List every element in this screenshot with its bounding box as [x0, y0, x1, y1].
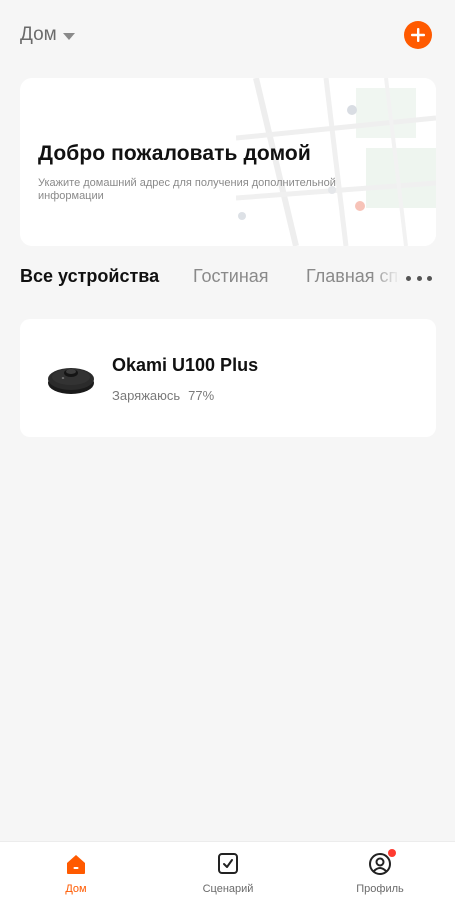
nav-home-label: Дом [65, 883, 87, 895]
device-status: Заряжаюсь 77% [112, 388, 214, 403]
add-device-button[interactable] [404, 21, 432, 49]
device-card[interactable]: Okami U100 Plus Заряжаюсь 77% [20, 319, 436, 437]
more-dot-icon [416, 275, 422, 281]
robot-vacuum-icon [48, 368, 94, 394]
device-name: Okami U100 Plus [112, 355, 259, 375]
notification-badge [388, 849, 396, 857]
bottom-navigation: Дом Сценарий Профиль [0, 841, 455, 900]
checkbox-icon [218, 853, 238, 874]
home-selector[interactable]: Дом [20, 24, 75, 46]
more-dot-icon [427, 275, 432, 281]
device-status-text: Заряжаюсь [112, 388, 181, 403]
top-bar: Дом [0, 0, 455, 72]
nav-profile-label: Профиль [356, 883, 404, 895]
tab-all-devices[interactable]: Все устройства [20, 266, 159, 287]
welcome-title: Добро пожаловать домой [38, 142, 311, 165]
chevron-down-icon [62, 32, 75, 40]
nav-scenario[interactable]: Сценарий [173, 842, 283, 900]
tab-master-bedroom-wrapper: Главная спальня [306, 266, 400, 287]
welcome-subtitle: Укажите домашний адрес для получения доп… [38, 177, 336, 202]
plus-circle-icon [411, 28, 425, 42]
tab-living-room[interactable]: Гостиная [193, 266, 269, 287]
home-selector-label: Дом [20, 24, 57, 45]
more-dot-icon [406, 275, 411, 281]
room-tabs: Все устройства Гостиная Главная спальня [0, 262, 455, 294]
welcome-card[interactable]: Добро пожаловать домой Укажите домашний … [20, 78, 436, 246]
more-tabs-button[interactable] [406, 270, 432, 286]
nav-scenario-label: Сценарий [202, 883, 254, 895]
profile-icon-wrapper [367, 849, 396, 877]
home-icon [67, 855, 85, 874]
nav-home[interactable]: Дом [21, 842, 131, 900]
nav-profile[interactable]: Профиль [325, 842, 435, 900]
tab-master-bedroom[interactable]: Главная спальня [306, 266, 400, 286]
device-battery: 77% [188, 388, 215, 403]
